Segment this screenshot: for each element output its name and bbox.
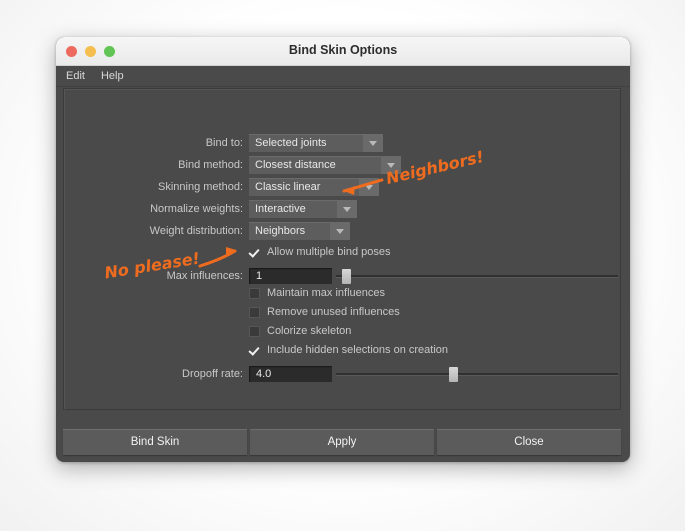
- dropdown-bind-method[interactable]: Closest distance: [249, 156, 401, 174]
- menu-help[interactable]: Help: [101, 70, 124, 82]
- checkbox-include-hidden-selections[interactable]: Include hidden selections on creation: [249, 344, 448, 356]
- checkbox-box-icon: [249, 325, 260, 337]
- apply-button[interactable]: Apply: [250, 429, 434, 455]
- row-skinning-method: Skinning method: Classic linear: [64, 178, 620, 196]
- slider-track: [336, 275, 618, 277]
- chevron-down-icon: [330, 222, 350, 240]
- row-max-influences: Max influences: 1: [64, 267, 620, 285]
- checkbox-maintain-max-influences[interactable]: Maintain max influences: [249, 287, 385, 299]
- bind-skin-button[interactable]: Bind Skin: [63, 429, 247, 455]
- row-bind-method: Bind method: Closest distance: [64, 156, 620, 174]
- dropoff-rate-slider[interactable]: [336, 366, 618, 382]
- window-titlebar: Bind Skin Options: [56, 37, 630, 66]
- checkmark-icon: [249, 345, 260, 356]
- label-weight-distribution: Weight distribution:: [149, 225, 243, 237]
- dropdown-bind-to[interactable]: Selected joints: [249, 134, 383, 152]
- close-button[interactable]: Close: [437, 429, 621, 455]
- footer-button-bar: Bind Skin Apply Close: [63, 429, 621, 455]
- label-skinning-method: Skinning method:: [158, 181, 243, 193]
- bind-skin-options-window: Bind Skin Options Edit Help Bind to: Sel…: [56, 37, 630, 462]
- label-max-influences: Max influences:: [166, 270, 243, 282]
- chevron-down-icon: [381, 156, 401, 174]
- dropdown-normalize-weights[interactable]: Interactive: [249, 200, 357, 218]
- options-panel: Bind to: Selected joints Bind method: Cl…: [63, 88, 621, 410]
- max-influences-slider[interactable]: [336, 268, 618, 284]
- dropdown-normalize-weights-value: Interactive: [255, 203, 306, 215]
- max-influences-input[interactable]: 1: [249, 268, 332, 284]
- checkbox-remove-unused-influences-label: Remove unused influences: [267, 306, 400, 318]
- label-bind-method: Bind method:: [178, 159, 243, 171]
- checkbox-include-hidden-selections-label: Include hidden selections on creation: [267, 344, 449, 356]
- dropdown-bind-method-value: Closest distance: [255, 159, 336, 171]
- row-normalize-weights: Normalize weights: Interactive: [64, 200, 620, 218]
- chevron-down-icon: [359, 178, 379, 196]
- dropoff-rate-input[interactable]: 4.0: [249, 366, 332, 382]
- checkbox-box-icon: [249, 306, 260, 318]
- checkbox-remove-unused-influences[interactable]: Remove unused influences: [249, 306, 400, 318]
- checkbox-maintain-max-influences-label: Maintain max influences: [267, 287, 386, 299]
- window-title: Bind Skin Options: [288, 43, 398, 57]
- slider-track: [336, 373, 618, 375]
- dropdown-bind-to-value: Selected joints: [255, 137, 327, 149]
- checkbox-colorize-skeleton-label: Colorize skeleton: [267, 325, 352, 337]
- checkbox-colorize-skeleton[interactable]: Colorize skeleton: [249, 325, 351, 337]
- checkbox-allow-multiple-bind-poses-label: Allow multiple bind poses: [267, 246, 391, 258]
- slider-thumb[interactable]: [341, 269, 351, 284]
- checkbox-allow-multiple-bind-poses[interactable]: Allow multiple bind poses: [249, 246, 391, 258]
- dropdown-weight-distribution-value: Neighbors: [255, 225, 306, 237]
- row-dropoff-rate: Dropoff rate: 4.0: [64, 365, 620, 383]
- dropdown-skinning-method-value: Classic linear: [255, 181, 321, 193]
- label-dropoff-rate: Dropoff rate:: [182, 368, 243, 380]
- menu-edit[interactable]: Edit: [66, 70, 85, 82]
- dropdown-weight-distribution[interactable]: Neighbors: [249, 222, 350, 240]
- slider-thumb[interactable]: [448, 367, 458, 382]
- checkmark-icon: [249, 247, 260, 258]
- screenshot-stage: Bind Skin Options Edit Help Bind to: Sel…: [0, 0, 685, 531]
- chevron-down-icon: [337, 200, 357, 218]
- dropdown-skinning-method[interactable]: Classic linear: [249, 178, 379, 196]
- chevron-down-icon: [363, 134, 383, 152]
- label-bind-to: Bind to:: [205, 137, 243, 149]
- row-bind-to: Bind to: Selected joints: [64, 134, 620, 152]
- row-weight-distribution: Weight distribution: Neighbors: [64, 222, 620, 240]
- label-normalize-weights: Normalize weights:: [150, 203, 243, 215]
- checkbox-box-icon: [249, 287, 260, 299]
- menubar: Edit Help: [56, 66, 630, 87]
